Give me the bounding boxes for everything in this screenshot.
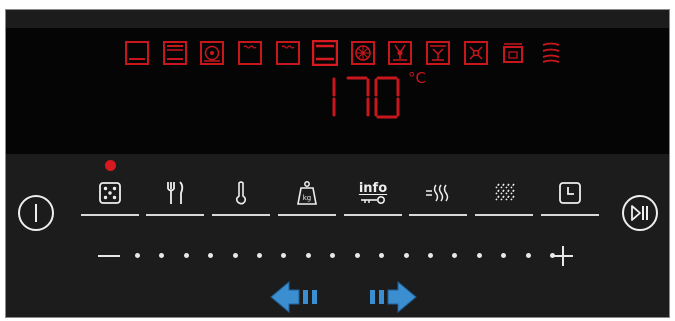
info-button[interactable]: info bbox=[344, 169, 402, 225]
slider-tick[interactable] bbox=[281, 253, 287, 258]
slider-tick[interactable] bbox=[452, 253, 458, 258]
oven-control-panel: °C 170 kg bbox=[5, 9, 670, 318]
slider-tick[interactable] bbox=[159, 253, 165, 258]
minus-button[interactable] bbox=[98, 255, 120, 257]
slider-tick[interactable] bbox=[525, 253, 531, 258]
play-pause-icon bbox=[631, 205, 648, 221]
bottom-heat-icon[interactable] bbox=[312, 40, 339, 66]
slider-tick[interactable] bbox=[403, 253, 409, 258]
button-underline bbox=[475, 214, 533, 216]
cooking-assist-button[interactable] bbox=[146, 169, 204, 225]
fan-heat-icon[interactable] bbox=[199, 40, 225, 66]
power-icon bbox=[35, 204, 37, 222]
heat-waves-icon bbox=[409, 179, 467, 207]
weight-label: kg bbox=[303, 194, 312, 202]
temperature-digit-0 bbox=[374, 76, 400, 119]
info-label: info bbox=[358, 180, 388, 196]
temperature-unit: °C bbox=[408, 69, 426, 87]
steam-button[interactable] bbox=[475, 169, 533, 225]
scroll-right-button[interactable] bbox=[360, 280, 418, 314]
top-bottom-heat-icon[interactable] bbox=[124, 40, 150, 66]
grill-icon[interactable] bbox=[162, 40, 188, 66]
slider-tick[interactable] bbox=[183, 253, 189, 258]
slider-tick[interactable] bbox=[208, 253, 214, 258]
timer-button[interactable] bbox=[541, 169, 599, 225]
slider-tick[interactable] bbox=[232, 253, 238, 258]
button-underline bbox=[212, 214, 270, 216]
defrost-icon[interactable] bbox=[425, 40, 451, 66]
heating-mode-row bbox=[124, 40, 564, 68]
slider-tick[interactable] bbox=[379, 253, 385, 258]
eco-fan-icon[interactable] bbox=[463, 40, 489, 66]
hot-air-icon[interactable] bbox=[350, 40, 376, 66]
steam-lines-icon bbox=[475, 179, 533, 207]
button-underline bbox=[344, 214, 402, 216]
button-underline bbox=[278, 214, 336, 216]
slider-tick[interactable] bbox=[257, 253, 263, 258]
temperature-digit-7 bbox=[346, 76, 370, 117]
arrow-left-icon bbox=[270, 280, 317, 314]
oven-display: °C 170 bbox=[6, 28, 669, 154]
info-key-icon: info bbox=[344, 179, 402, 207]
steam-icon[interactable] bbox=[538, 40, 564, 66]
button-underline bbox=[541, 214, 599, 216]
temperature-value: 170 bbox=[324, 119, 325, 120]
slider-tick[interactable] bbox=[135, 253, 140, 258]
low-grill-icon[interactable] bbox=[237, 40, 263, 66]
scroll-left-button[interactable] bbox=[269, 280, 327, 314]
plate-warming-icon[interactable] bbox=[500, 40, 526, 66]
dice-icon bbox=[81, 179, 139, 207]
button-underline bbox=[146, 214, 204, 216]
programs-button[interactable] bbox=[81, 169, 139, 225]
temperature-readout: °C 170 bbox=[324, 71, 434, 120]
slider-tick[interactable] bbox=[305, 253, 311, 258]
touch-control-bar: kg info bbox=[6, 154, 669, 317]
thermometer-icon bbox=[212, 179, 270, 207]
slider-tick[interactable] bbox=[330, 253, 336, 258]
power-button[interactable] bbox=[18, 195, 54, 231]
temperature-button[interactable] bbox=[212, 169, 270, 225]
pizza-setting-icon[interactable] bbox=[387, 40, 413, 66]
bottom-heat-grill-icon[interactable] bbox=[275, 40, 301, 66]
plus-button-vertical[interactable] bbox=[562, 246, 564, 266]
heat-button[interactable] bbox=[409, 169, 467, 225]
slider-tick[interactable] bbox=[427, 253, 433, 258]
weight-button[interactable]: kg bbox=[278, 169, 336, 225]
weight-icon: kg bbox=[278, 179, 336, 207]
slider-tick[interactable] bbox=[501, 253, 507, 258]
arrow-right-icon bbox=[370, 280, 417, 314]
slider-tick[interactable] bbox=[354, 253, 360, 258]
button-underline bbox=[81, 214, 139, 216]
slider-tick[interactable] bbox=[476, 253, 482, 258]
top-bezel bbox=[6, 10, 669, 28]
start-stop-button[interactable] bbox=[622, 195, 658, 231]
value-slider[interactable] bbox=[98, 246, 578, 266]
button-underline bbox=[409, 214, 467, 216]
clock-icon bbox=[541, 179, 599, 207]
fork-knife-icon bbox=[146, 179, 204, 207]
